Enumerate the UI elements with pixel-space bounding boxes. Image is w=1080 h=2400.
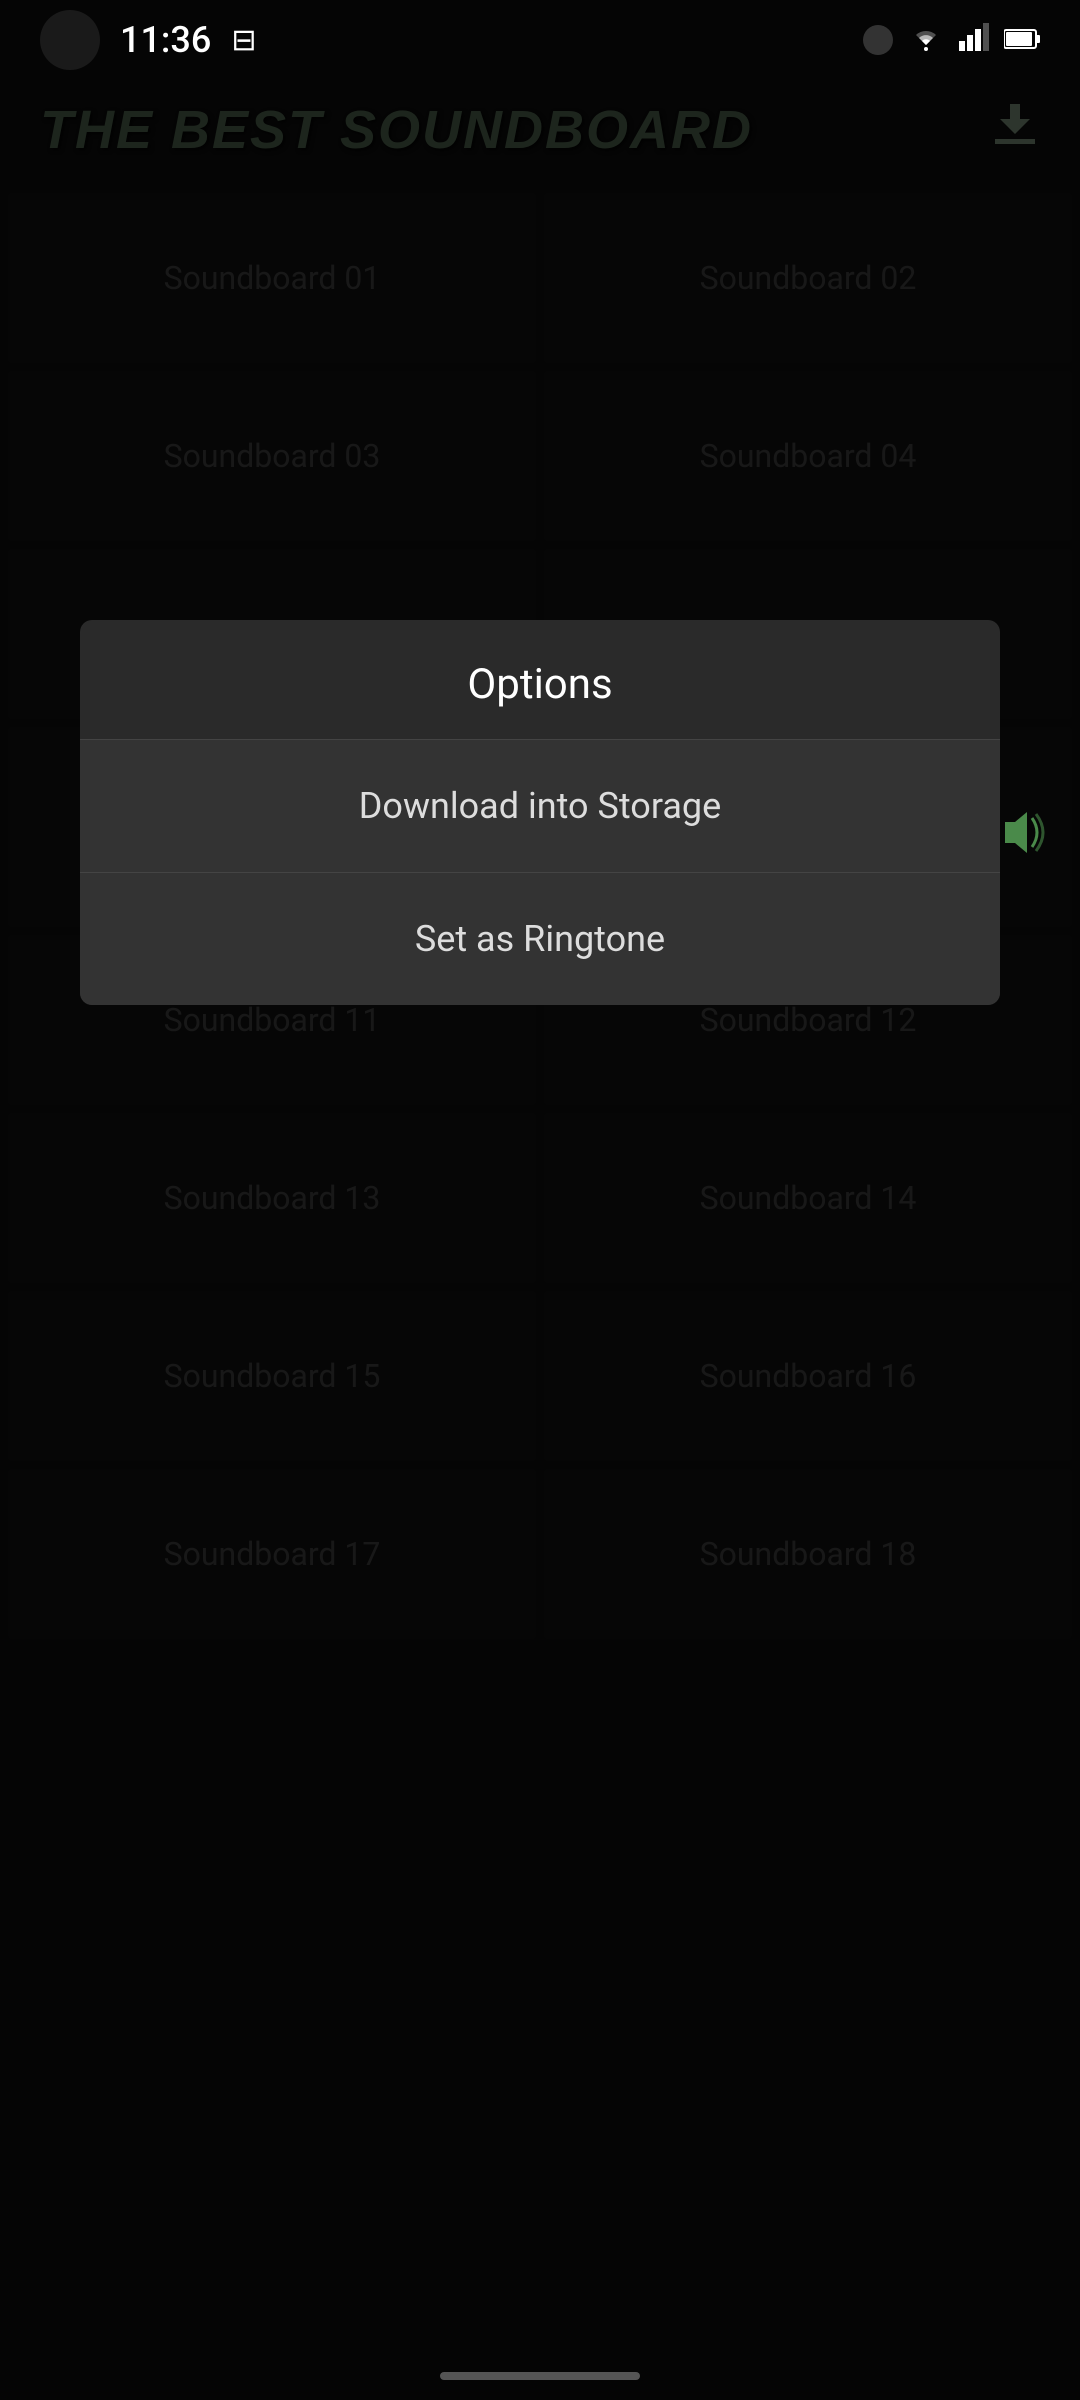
notification-icon: ⊟ <box>231 23 256 58</box>
dot-icon <box>863 25 893 55</box>
status-bar: 11:36 ⊟ <box>0 0 1080 80</box>
status-time: 11:36 <box>120 19 211 61</box>
options-title: Options <box>80 620 1000 740</box>
download-storage-button[interactable]: Download into Storage <box>80 740 1000 873</box>
status-left: 11:36 ⊟ <box>40 10 256 70</box>
status-right <box>863 21 1040 59</box>
modal-overlay[interactable] <box>0 0 1080 2400</box>
bottom-nav-bar <box>440 2372 640 2380</box>
status-circle <box>40 10 100 70</box>
wifi-icon <box>908 21 944 59</box>
signal-icon <box>959 21 989 59</box>
options-modal: Options Download into Storage Set as Rin… <box>80 620 1000 1005</box>
battery-icon <box>1004 21 1040 59</box>
set-ringtone-button[interactable]: Set as Ringtone <box>80 873 1000 1005</box>
volume-icon-container <box>995 810 1050 867</box>
